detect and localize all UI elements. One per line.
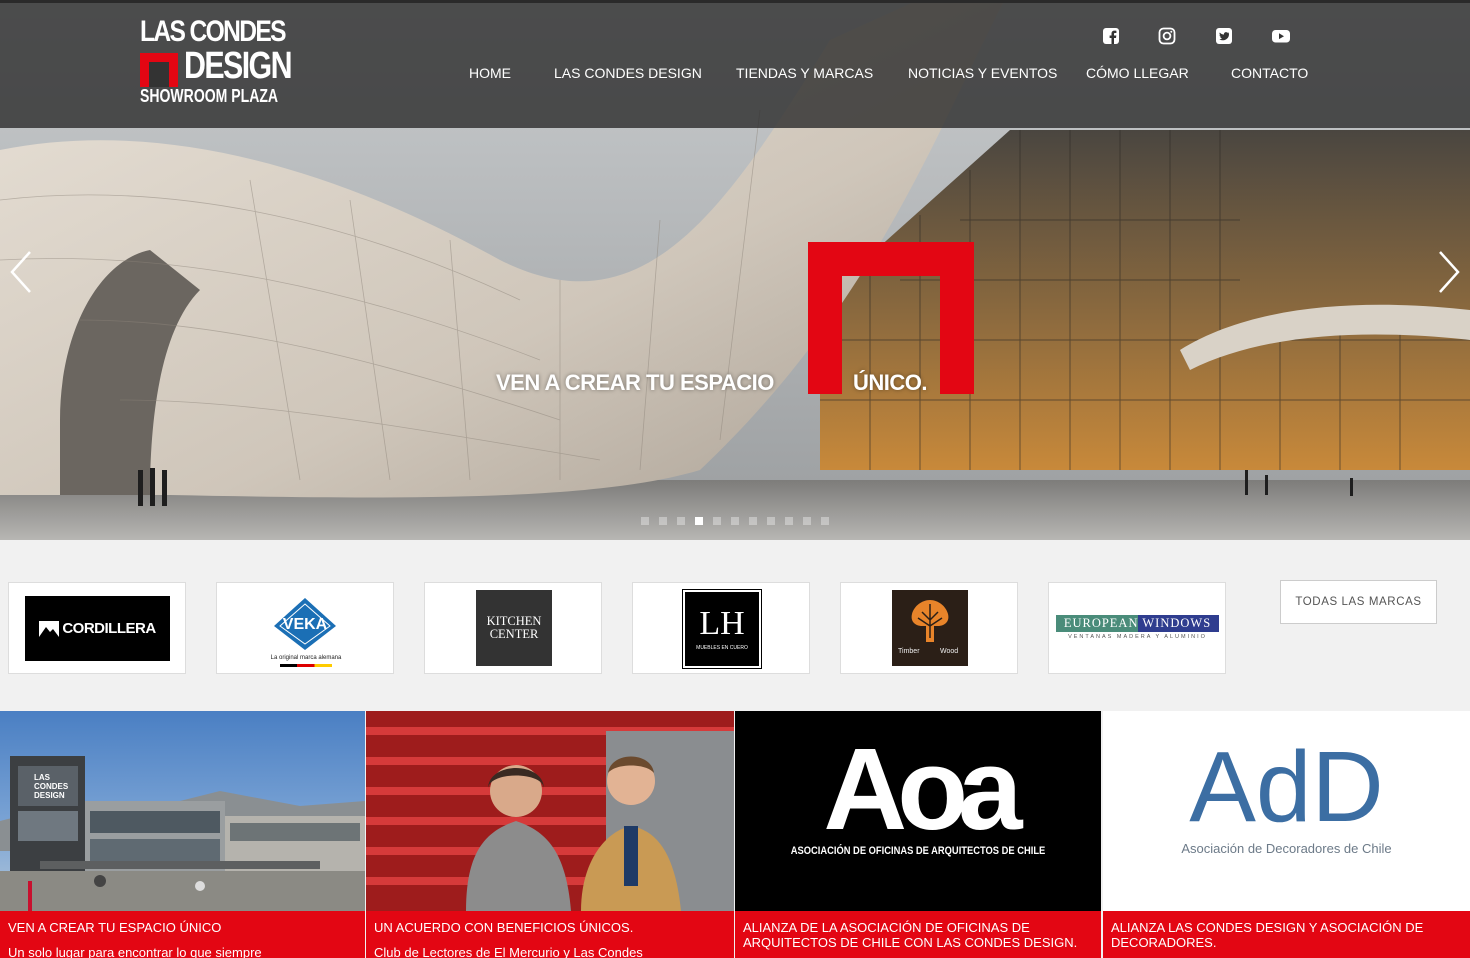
news-image-couple [366,711,734,911]
news-card-3[interactable]: Aoa ASOCIACIÓN DE OFICINAS DE ARQUITECTO… [735,711,1101,958]
slider-dot[interactable] [659,517,667,525]
veka-diamond-icon: VEKA [274,598,336,650]
cordillera-mountain-icon [39,620,60,637]
slider-dot[interactable] [731,517,739,525]
news-card-1[interactable]: LAS CONDES DESIGN VEN A CREAR TU ESPACIO… [0,711,365,958]
news-caption: ALIANZA DE LA ASOCIACIÓN DE OFICINAS DE … [735,911,1101,958]
slider-dot[interactable] [767,517,775,525]
news-snippet: Club de Lectores de El Mercurio y Las Co… [374,945,643,958]
couple-photo [366,711,734,911]
brand-card-kitchen-center[interactable]: KITCHEN CENTER [424,582,602,674]
add-subtitle: Asociación de Decoradores de Chile [1181,841,1392,856]
site-header: LAS CONDES DESIGN SHOWROOM PLAZA HOME LA… [0,3,1470,128]
brand-name: CORDILLERA [62,620,156,637]
news-caption: ALIANZA LAS CONDES DESIGN Y ASOCIACIÓN D… [1103,911,1470,958]
brand-card-timber-wood[interactable]: Timber Wood [840,582,1018,674]
news-title[interactable]: ALIANZA DE LA ASOCIACIÓN DE OFICINAS DE … [743,920,1093,950]
slider-dot[interactable] [821,517,829,525]
hero-tagline-left: VEN A CREAR TU ESPACIO [496,370,774,395]
brand-tagline: La original marca alemana [270,655,342,661]
brand-tagline: VENTANAS MADERA Y ALUMINIO [1068,634,1207,640]
slider-dot[interactable] [641,517,649,525]
hero-tagline-right: ÚNICO. [853,370,928,395]
slider-dot[interactable] [803,517,811,525]
timber-wood-logo: Timber Wood [892,590,968,666]
slider-prev-arrow-icon[interactable] [6,248,36,296]
news-image-add: AdD Asociación de Decoradores de Chile [1103,711,1470,911]
brand-name: Timber [898,648,920,655]
site-logo[interactable]: LAS CONDES DESIGN SHOWROOM PLAZA [140,17,293,106]
slider-next-arrow-icon[interactable] [1434,248,1464,296]
add-logo: AdD [1189,731,1384,843]
building-photo [0,756,365,911]
brand-tagline: MUEBLES EN CUERO [696,645,748,651]
all-brands-button[interactable]: TODAS LAS MARCAS [1280,580,1437,624]
slider-dot[interactable] [785,517,793,525]
nav-noticias-y-eventos[interactable]: NOTICIAS Y EVENTOS [908,65,1057,81]
brand-card-cordillera[interactable]: CORDILLERA [8,582,186,674]
brand-name-line2: Wood [940,648,959,655]
brand-name-line2: CENTER [489,627,539,641]
slider-dot[interactable] [677,517,685,525]
nav-como-llegar[interactable]: CÓMO LLEGAR [1086,65,1189,81]
news-snippet: Un solo lugar para encontrar lo que siem… [8,945,262,958]
nav-home[interactable]: HOME [469,65,511,81]
news-card-2[interactable]: UN ACUERDO CON BENEFICIOS ÚNICOS. Club d… [366,711,734,958]
logo-line1: LAS CONDES [140,15,287,48]
news-title[interactable]: ALIANZA LAS CONDES DESIGN Y ASOCIACIÓN D… [1111,920,1462,950]
youtube-icon[interactable] [1271,27,1291,45]
svg-text:VEKA: VEKA [283,616,328,633]
brand-card-veka[interactable]: VEKA La original marca alemana [216,582,394,674]
german-flag-stripe [280,664,332,667]
news-image-building: LAS CONDES DESIGN [0,711,365,911]
slider-dot[interactable] [749,517,757,525]
slider-dot[interactable] [695,517,703,525]
news-title[interactable]: UN ACUERDO CON BENEFICIOS ÚNICOS. [374,920,726,935]
brand-card-lh[interactable]: LH MUEBLES EN CUERO [632,582,810,674]
brand-name: EUROPEAN WINDOWS [1063,616,1212,630]
hero-slider: LAS CONDES DESIGN SHOWROOM PLAZA HOME LA… [0,0,1470,540]
brand-name: LH [699,605,745,642]
nav-contacto[interactable]: CONTACTO [1231,65,1308,81]
slider-dot[interactable] [713,517,721,525]
logo-mark [140,53,178,87]
logo-line2: DESIGN [184,45,293,87]
tree-icon [911,600,949,642]
news-image-aoa: Aoa ASOCIACIÓN DE OFICINAS DE ARQUITECTO… [735,711,1101,911]
brand-card-european-windows[interactable]: EUROPEAN WINDOWS VENTANAS MADERA Y ALUMI… [1048,582,1226,674]
nav-tiendas-y-marcas[interactable]: TIENDAS Y MARCAS [736,65,873,81]
twitter-icon[interactable] [1215,27,1233,45]
facebook-icon[interactable] [1102,27,1120,45]
building-sign: LAS CONDES DESIGN [34,773,69,800]
aoa-subtitle: ASOCIACIÓN DE OFICINAS DE ARQUITECTOS DE… [790,845,1046,857]
news-caption: VEN A CREAR TU ESPACIO ÚNICO Un solo lug… [0,911,365,958]
top-border [0,0,1470,3]
aoa-logo: Aoa [823,724,1022,854]
news-caption: UN ACUERDO CON BENEFICIOS ÚNICOS. Club d… [366,911,734,958]
news-card-4[interactable]: AdD Asociación de Decoradores de Chile A… [1103,711,1470,958]
instagram-icon[interactable] [1158,27,1176,45]
nav-las-condes-design[interactable]: LAS CONDES DESIGN [554,65,702,81]
logo-line3: SHOWROOM PLAZA [140,86,279,106]
news-title[interactable]: VEN A CREAR TU ESPACIO ÚNICO [8,920,357,935]
slider-dots [641,517,829,525]
